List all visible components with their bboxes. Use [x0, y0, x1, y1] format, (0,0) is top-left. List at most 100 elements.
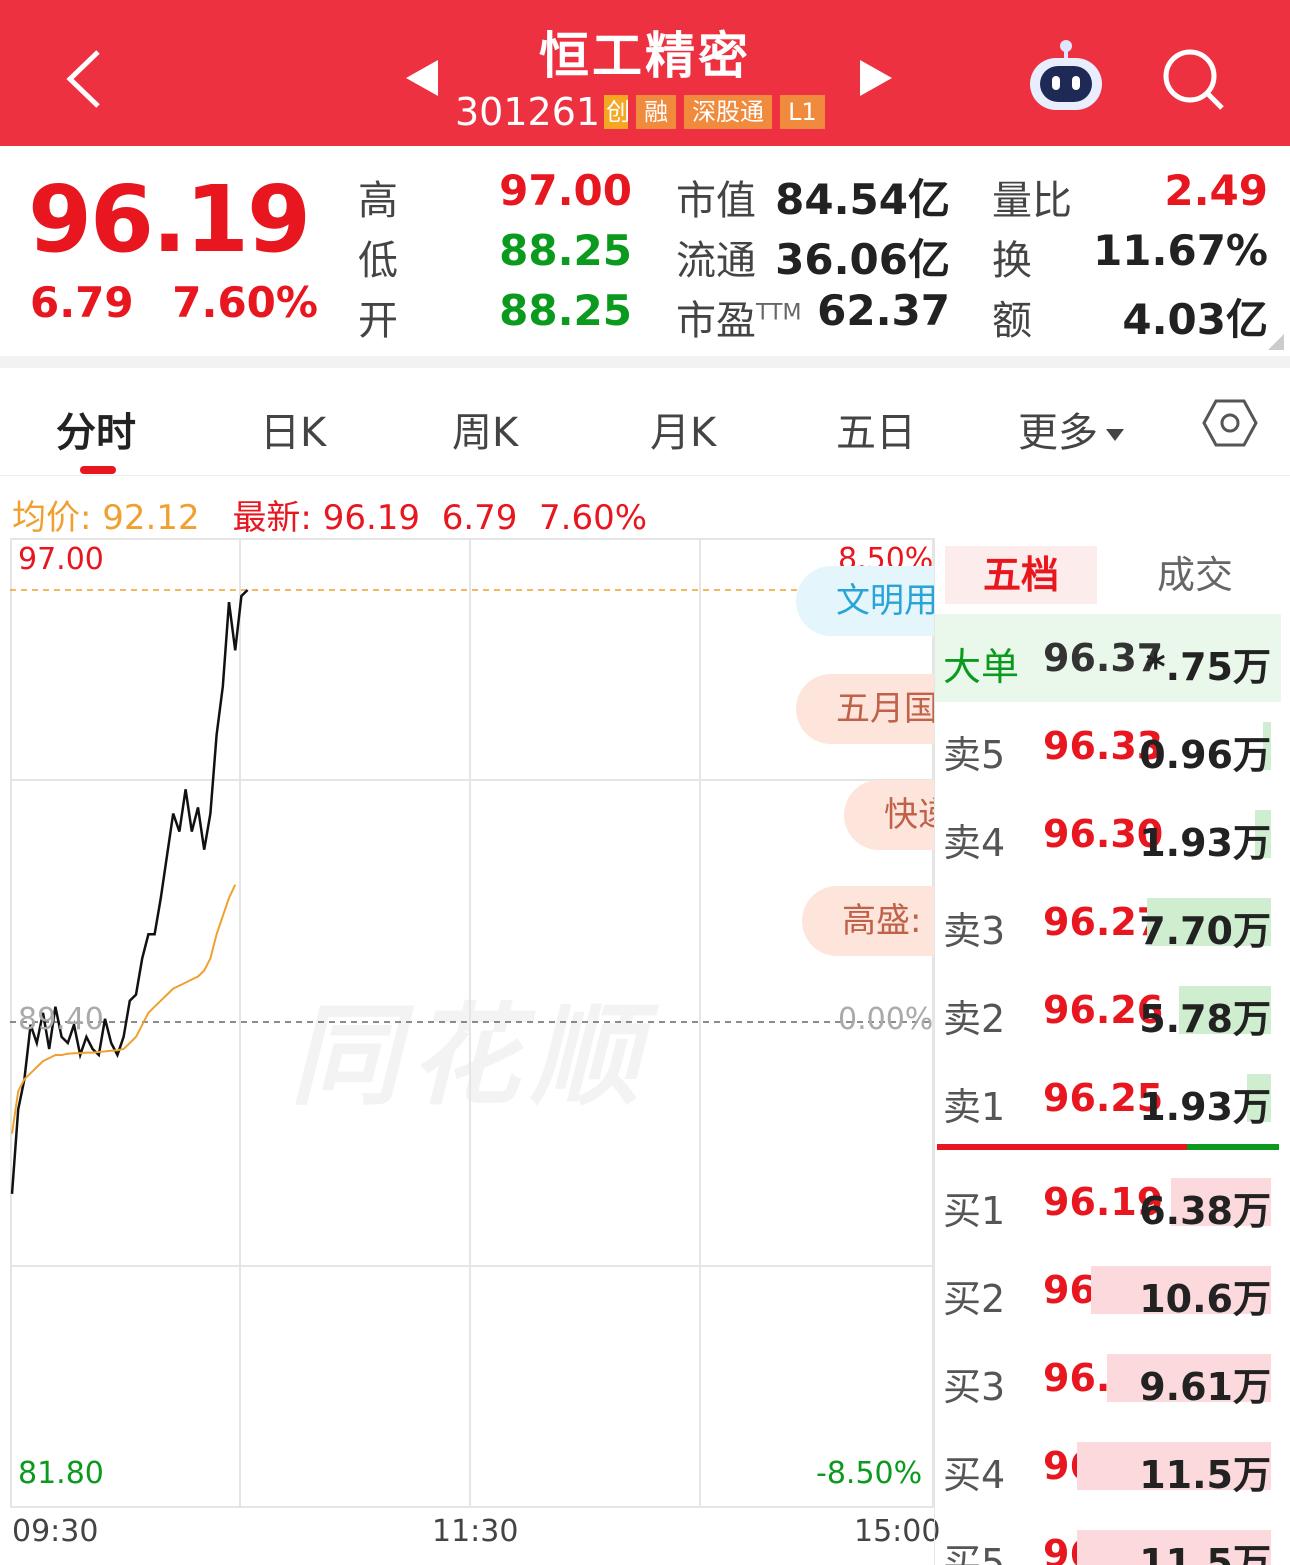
stat-float-label: 流通	[676, 238, 756, 284]
tab-weekly-k[interactable]: 周K	[452, 400, 518, 458]
news-bubble-2[interactable]: 五月国	[796, 674, 934, 744]
tab-monthly-k[interactable]: 月K	[650, 400, 716, 458]
stock-code-row: 301261 创 融 深股通 L1	[455, 90, 825, 134]
time-midday: 11:30	[432, 1514, 519, 1549]
chart-tabs: 分时 日K 周K 月K 五日 更多	[0, 368, 1290, 476]
ask-2-label: 卖2	[943, 997, 1006, 1041]
stat-high-value: 97.00	[499, 166, 632, 215]
latest-price: 最新: 96.19 6.79 7.60%	[232, 498, 647, 538]
bid-row-5[interactable]: 买596.0311.5万	[935, 1510, 1281, 1565]
ask-2-volume: 5.78万	[1139, 997, 1271, 1041]
robot-assistant-icon[interactable]	[1026, 38, 1106, 114]
avg-price-label: 均价:	[12, 498, 92, 538]
ask-row-4[interactable]: 卖4 96.30 1.93万	[935, 790, 1281, 878]
stat-open-value: 88.25	[499, 286, 632, 335]
big-order-row[interactable]: 大单 96.37 *.75万	[935, 614, 1281, 702]
expand-corner-icon[interactable]	[1268, 334, 1284, 350]
chevron-down-icon	[1106, 429, 1124, 441]
stat-mktcap-value: 84.54亿	[775, 175, 950, 224]
bid-ask-ratio-bar	[937, 1144, 1279, 1150]
stat-mktcap-label: 市值	[676, 178, 756, 224]
tab-five-day[interactable]: 五日	[836, 400, 916, 458]
y-axis-mid: 89.40	[18, 1002, 104, 1037]
big-order-volume: *.75万	[1145, 645, 1271, 689]
stat-turnover-label: 换	[992, 238, 1032, 284]
section-divider	[0, 356, 1290, 368]
bid-row-2[interactable]: 买296.1010.6万	[935, 1246, 1281, 1334]
chart-info-line: 均价: 92.12 最新: 96.19 6.79 7.60%	[12, 490, 647, 539]
stat-pe-label-text: 市盈	[676, 298, 756, 344]
ask-row-1[interactable]: 卖1 96.25 1.93万	[935, 1054, 1281, 1142]
stat-open-label: 开	[358, 298, 398, 344]
tab-more-label: 更多	[1018, 410, 1098, 456]
news-bubble-1[interactable]: 文明用	[796, 566, 934, 636]
bid-2-label: 买2	[943, 1277, 1006, 1321]
latest-pct: 7.60%	[539, 498, 648, 538]
tab-trades[interactable]: 成交	[1135, 546, 1255, 604]
tab-active-indicator	[80, 466, 116, 474]
big-order-label: 大单	[943, 645, 1020, 689]
bid-5-label: 买5	[943, 1541, 1006, 1565]
bid-5-volume: 11.5万	[1139, 1541, 1271, 1565]
stat-low-value: 88.25	[499, 226, 632, 275]
settings-hexagon-icon[interactable]	[1202, 398, 1258, 448]
header-bar: 恒工精密 301261 创 融 深股通 L1	[0, 0, 1290, 146]
order-book: 五档 成交 大单 96.37 *.75万 卖5 96.33 0.96万 卖4 96.3…	[934, 538, 1281, 1565]
stat-volratio-value: 2.49	[1164, 166, 1268, 215]
price-line	[10, 589, 249, 1194]
pct-axis-bottom: -8.50%	[816, 1456, 923, 1491]
tab-intraday[interactable]: 分时	[56, 400, 136, 458]
stat-amount-value: 4.03亿	[1122, 295, 1268, 344]
bid-2-volume: 10.6万	[1139, 1277, 1271, 1321]
bid-row-4[interactable]: 买496.0411.5万	[935, 1422, 1281, 1510]
time-open: 09:30	[12, 1514, 99, 1549]
stat-pe-value: 62.37	[817, 286, 950, 335]
y-axis-bottom: 81.80	[18, 1456, 104, 1491]
badge-board: 创	[604, 95, 629, 129]
stat-amount-label: 额	[992, 298, 1032, 344]
ask-3-volume: 7.70万	[1139, 909, 1271, 953]
ask-3-label: 卖3	[943, 909, 1006, 953]
bid-1-label: 买1	[943, 1189, 1006, 1233]
change-percent: 7.60%	[172, 278, 318, 327]
stat-high-label: 高	[358, 178, 398, 224]
intraday-chart[interactable]	[10, 538, 934, 1510]
tab-five-levels[interactable]: 五档	[945, 546, 1097, 604]
tab-daily-k[interactable]: 日K	[260, 400, 326, 458]
current-price: 96.19	[28, 166, 311, 273]
y-axis-top: 97.00	[18, 542, 104, 577]
quote-panel: 96.19 6.79 7.60% 高 97.00 低 88.25 开 88.25…	[0, 146, 1290, 356]
latest-label: 最新:	[232, 498, 312, 538]
bid-3-label: 买3	[943, 1365, 1006, 1409]
ask-row-2[interactable]: 卖2 96.26 5.78万	[935, 966, 1281, 1054]
time-close: 15:00	[854, 1514, 941, 1549]
ask-5-volume: 0.96万	[1139, 733, 1271, 777]
stat-turnover-value: 11.67%	[1093, 226, 1268, 275]
bid-4-volume: 11.5万	[1139, 1453, 1271, 1497]
bid-3-volume: 9.61万	[1139, 1365, 1271, 1409]
stat-float-value: 36.06亿	[775, 235, 950, 284]
stat-pe-ttm: TTM	[756, 300, 802, 326]
bid-1-volume: 6.38万	[1139, 1189, 1271, 1233]
bid-row-1[interactable]: 买1 96.19 6.38万	[935, 1158, 1281, 1246]
chart-frame	[10, 538, 934, 1508]
news-bubble-4[interactable]: 高盛:	[802, 886, 934, 956]
next-stock-icon[interactable]	[858, 58, 894, 98]
bid-4-label: 买4	[943, 1453, 1006, 1497]
badge-connect: 深股通	[684, 95, 773, 129]
stock-code: 301261	[455, 90, 601, 134]
search-icon[interactable]	[1160, 46, 1228, 114]
badge-margin: 融	[636, 95, 677, 129]
avg-price: 均价: 92.12	[12, 498, 200, 538]
stat-volratio-label: 量比	[992, 178, 1072, 224]
pct-axis-mid: 0.00%	[838, 1002, 934, 1037]
news-bubble-3[interactable]: 快递	[844, 780, 934, 850]
tab-more[interactable]: 更多	[1018, 400, 1126, 458]
ask-row-5[interactable]: 卖5 96.33 0.96万	[935, 702, 1281, 790]
ask-4-label: 卖4	[943, 821, 1006, 865]
stat-pe-label: 市盈TTM	[676, 288, 801, 346]
bid-row-3[interactable]: 买3 96.09 9.61万	[935, 1334, 1281, 1422]
price-change: 6.79 7.60%	[30, 278, 342, 327]
ask-row-3[interactable]: 卖3 96.27 7.70万	[935, 878, 1281, 966]
ask-1-label: 卖1	[943, 1085, 1006, 1129]
